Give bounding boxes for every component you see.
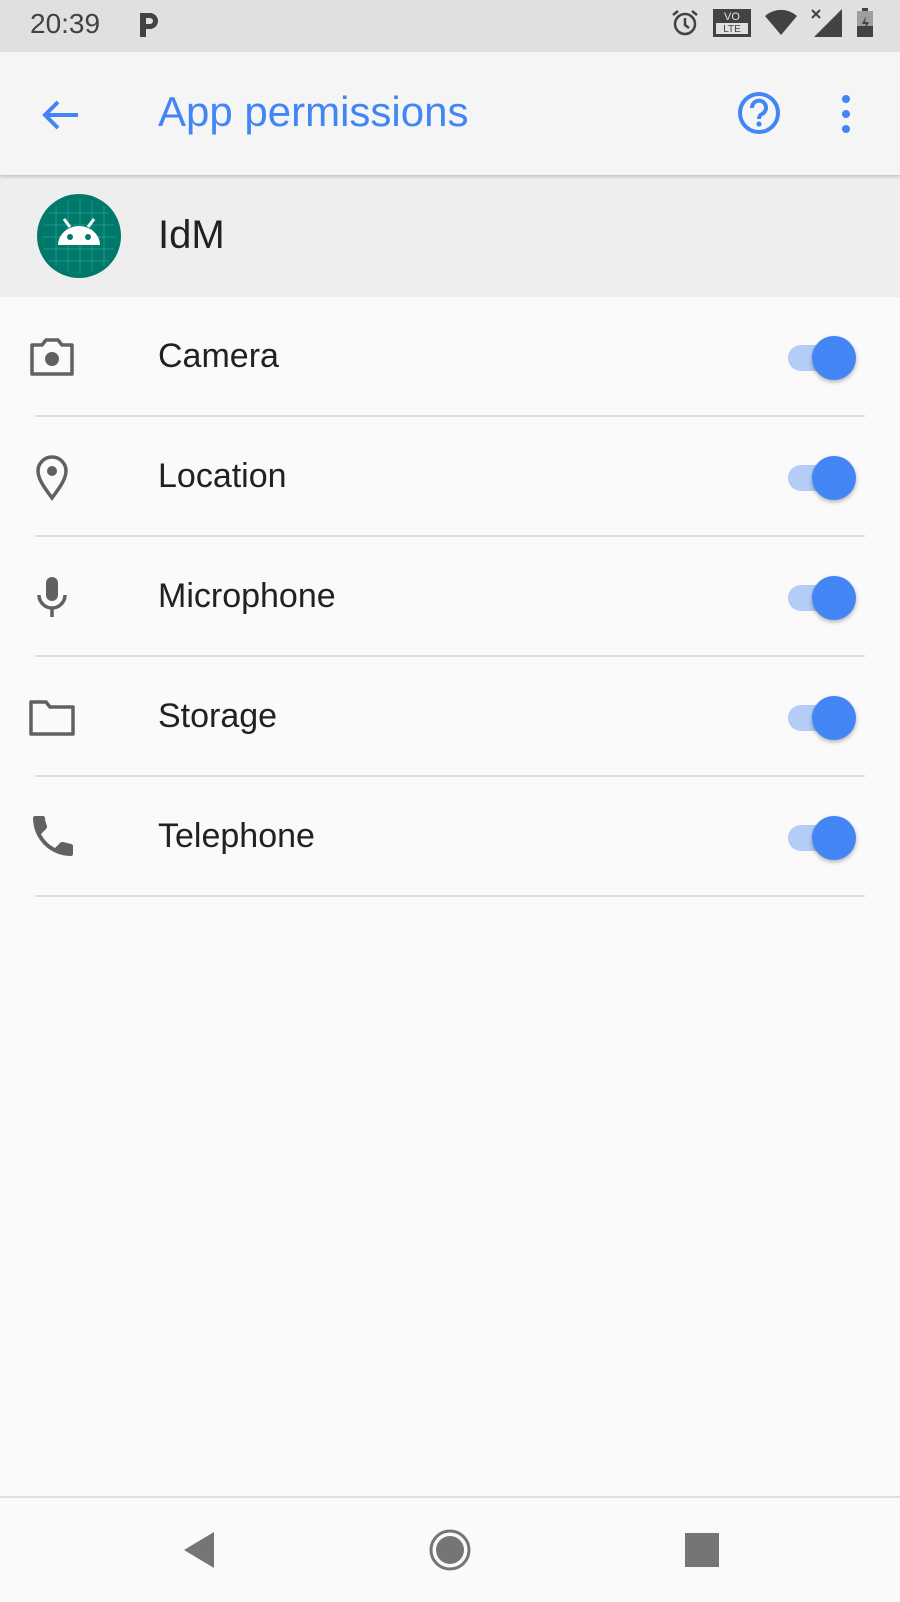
toggle-thumb	[812, 456, 856, 500]
permission-label: Microphone	[158, 577, 336, 615]
microphone-toggle[interactable]	[786, 576, 858, 620]
toggle-thumb	[812, 696, 856, 740]
home-circle-icon[interactable]	[428, 1528, 472, 1572]
location-toggle[interactable]	[786, 456, 858, 500]
telephone-toggle[interactable]	[786, 816, 858, 860]
storage-toggle[interactable]	[786, 696, 858, 740]
status-icons: VO LTE	[670, 8, 874, 43]
signal-icon	[810, 8, 844, 43]
divider	[35, 895, 865, 897]
app-name: IdM	[158, 213, 225, 257]
volte-top-text: VO	[724, 11, 740, 23]
alarm-icon	[670, 8, 700, 43]
wifi-icon	[764, 9, 798, 42]
toggle-thumb	[812, 816, 856, 860]
app-bar: App permissions	[0, 52, 900, 175]
android-icon	[36, 193, 122, 279]
help-icon[interactable]	[734, 88, 784, 138]
navigation-bar	[0, 1496, 900, 1602]
permission-row-location[interactable]: Location	[0, 417, 900, 537]
permission-label: Camera	[158, 337, 279, 375]
recents-square-icon[interactable]	[680, 1528, 724, 1572]
camera-toggle[interactable]	[786, 336, 858, 380]
folder-icon	[28, 693, 76, 741]
more-vert-icon[interactable]	[834, 90, 858, 140]
volte-icon: VO LTE	[712, 8, 752, 43]
back-arrow-icon[interactable]	[36, 90, 86, 140]
battery-icon	[856, 8, 874, 43]
location-icon	[28, 453, 76, 501]
microphone-icon	[28, 573, 76, 621]
status-time: 20:39	[30, 8, 101, 39]
permission-label: Storage	[158, 697, 278, 735]
permission-label: Location	[158, 457, 287, 495]
permission-row-storage[interactable]: Storage	[0, 657, 900, 777]
status-bar: 20:39 VO LTE	[0, 0, 900, 52]
back-triangle-icon[interactable]	[178, 1528, 222, 1572]
permission-row-telephone[interactable]: Telephone	[0, 777, 900, 897]
app-header: IdM	[0, 175, 900, 297]
camera-icon	[28, 333, 76, 381]
parking-icon	[138, 11, 160, 44]
toggle-thumb	[812, 576, 856, 620]
permission-row-camera[interactable]: Camera	[0, 297, 900, 417]
permission-label: Telephone	[158, 817, 315, 855]
page-title: App permissions	[158, 88, 469, 135]
toggle-thumb	[812, 336, 856, 380]
volte-bottom-text: LTE	[723, 24, 741, 35]
phone-icon	[28, 813, 76, 861]
permission-row-microphone[interactable]: Microphone	[0, 537, 900, 657]
